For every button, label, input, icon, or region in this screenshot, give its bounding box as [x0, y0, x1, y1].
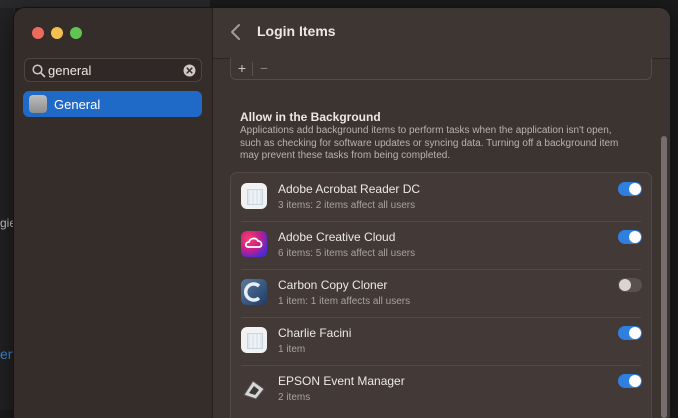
- search-field[interactable]: [24, 58, 202, 82]
- app-detail: 6 items: 5 items affect all users: [278, 248, 416, 259]
- remove-button[interactable]: −: [256, 60, 272, 76]
- zoom-window-button[interactable]: [70, 27, 82, 39]
- app-toggle[interactable]: [618, 374, 642, 388]
- sidebar: General: [14, 8, 213, 418]
- page-title: Login Items: [257, 23, 336, 39]
- gear-icon: [29, 95, 47, 113]
- add-remove-bar: + −: [230, 58, 652, 80]
- clear-search-icon[interactable]: [183, 64, 196, 77]
- app-name: Carbon Copy Cloner: [278, 278, 388, 292]
- scrollbar[interactable]: [661, 136, 667, 418]
- section-description: Applications add background items to per…: [240, 125, 619, 161]
- main-pane: Login Items + − Allow in the Background …: [213, 8, 670, 418]
- app-detail: 1 item: 1 item affects all users: [278, 296, 411, 307]
- list-item: Adobe Creative Cloud 6 items: 5 items af…: [231, 221, 651, 269]
- background-titlebar: [0, 0, 210, 8]
- app-detail: 2 items: [278, 392, 311, 403]
- settings-window: General Login Items + − Allow in the Bac…: [14, 8, 670, 418]
- search-icon: [32, 64, 46, 78]
- background-items-list: Adobe Acrobat Reader DC 3 items: 2 items…: [230, 172, 652, 418]
- list-item: Adobe Acrobat Reader DC 3 items: 2 items…: [231, 173, 651, 221]
- search-input[interactable]: [48, 62, 178, 78]
- epson-scanner-icon: [241, 375, 267, 401]
- close-window-button[interactable]: [32, 27, 44, 39]
- app-toggle[interactable]: [618, 326, 642, 340]
- app-toggle[interactable]: [618, 182, 642, 196]
- app-name: EPSON Event Manager: [278, 374, 405, 388]
- app-toggle[interactable]: [618, 230, 642, 244]
- blank-app-icon: [241, 183, 267, 209]
- app-detail: 3 items: 2 items affect all users: [278, 200, 416, 211]
- app-name: Adobe Acrobat Reader DC: [278, 182, 421, 196]
- add-button[interactable]: +: [234, 60, 250, 76]
- blank-app-icon: [241, 327, 267, 353]
- app-name: Adobe Creative Cloud: [278, 230, 396, 244]
- list-item: EPSON Event Manager 2 items: [231, 365, 651, 413]
- list-item: Charlie Facini 1 item: [231, 317, 651, 365]
- sidebar-item-general[interactable]: General: [23, 91, 202, 117]
- back-chevron-icon[interactable]: [229, 23, 243, 41]
- sidebar-item-label: General: [54, 97, 101, 112]
- list-item: Carbon Copy Cloner 1 item: 1 item affect…: [231, 269, 651, 317]
- section-title: Allow in the Background: [240, 110, 381, 124]
- app-toggle[interactable]: [618, 278, 642, 292]
- carbon-copy-cloner-icon: [241, 279, 267, 305]
- minimize-window-button[interactable]: [51, 27, 63, 39]
- header: Login Items: [213, 8, 670, 59]
- divider: [252, 62, 253, 76]
- app-detail: 1 item: [278, 344, 306, 355]
- app-name: Charlie Facini: [278, 326, 352, 340]
- creative-cloud-icon: [241, 231, 267, 257]
